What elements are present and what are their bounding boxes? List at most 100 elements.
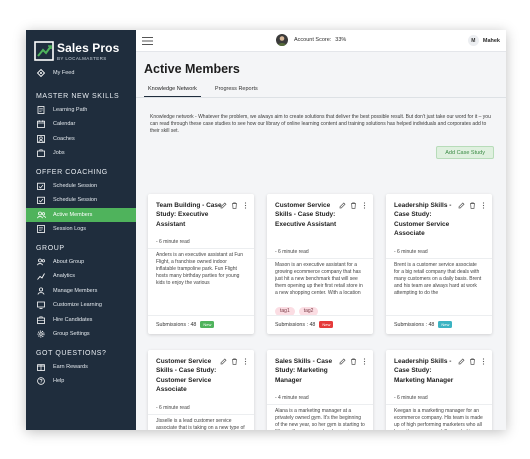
edit-icon[interactable]	[458, 201, 465, 209]
sidebar-item-label: Active Members	[53, 211, 93, 218]
sidebar-item-about-group[interactable]: About Group	[26, 255, 136, 270]
edit-icon[interactable]	[339, 201, 346, 209]
sidebar-item-session-logs[interactable]: Session Logs	[26, 222, 136, 237]
sidebar-item-calendar[interactable]: Calendar	[26, 117, 136, 132]
sidebar-item-coaches[interactable]: Coaches	[26, 132, 136, 147]
more-options-icon[interactable]	[361, 357, 368, 365]
sidebar-item-jobs[interactable]: Jobs	[26, 146, 136, 161]
members-icon	[36, 210, 46, 220]
case-study-card[interactable]: Customer Service Skills - Case Study: Cu…	[148, 350, 254, 430]
brand-subtitle: BY LOCALMASTERS	[57, 56, 107, 61]
path-icon	[36, 105, 46, 115]
case-study-card[interactable]: Sales Skills - Case Study: Marketing Man…	[267, 350, 373, 430]
edit-icon[interactable]	[458, 357, 465, 365]
trash-icon[interactable]	[350, 357, 357, 365]
feed-icon	[36, 68, 46, 78]
sidebar-item-label: Hire Candidates	[53, 316, 93, 323]
brand-name: Sales Pros	[57, 41, 120, 55]
schedule-icon	[36, 181, 46, 191]
more-options-icon[interactable]	[242, 357, 249, 365]
read-time: - 6 minute read	[156, 239, 190, 246]
card-divider	[386, 257, 492, 259]
add-case-study-button[interactable]: Add Case Study	[436, 146, 494, 159]
card-divider	[386, 404, 492, 406]
card-actions	[220, 357, 249, 365]
card-description: Anders is an executive assistant at Fun …	[156, 252, 243, 287]
avatar	[276, 34, 288, 46]
calendar-icon	[36, 119, 46, 129]
menu-icon[interactable]	[142, 37, 153, 45]
sidebar-item-label: Customize Learning	[53, 302, 102, 309]
sidebar-item-label: Schedule Session	[53, 197, 98, 204]
card-title[interactable]: Customer Service Skills - Case Study: Cu…	[156, 357, 224, 394]
brand[interactable]: Sales Pros BY LOCALMASTERS	[26, 30, 136, 64]
sidebar-section-title: GROUP	[36, 244, 65, 252]
card-divider	[267, 315, 373, 316]
more-options-icon[interactable]	[480, 201, 487, 209]
edit-icon[interactable]	[339, 357, 346, 365]
sidebar-item-label: Earn Rewards	[53, 363, 88, 370]
sidebar-item-schedule-session[interactable]: Schedule Session	[26, 179, 136, 194]
sidebar-item-learning-path[interactable]: Learning Path	[26, 103, 136, 118]
card-title[interactable]: Customer Service Skills - Case Study: Ex…	[275, 201, 343, 229]
help-icon	[36, 376, 46, 386]
card-footer: Submissions : 48 New	[156, 321, 215, 328]
rewards-icon	[36, 362, 46, 372]
main-content: Active Members Knowledge Network Progres…	[136, 52, 506, 430]
edit-icon[interactable]	[220, 201, 227, 209]
sidebar-item-schedule-session-2[interactable]: Schedule Session	[26, 193, 136, 208]
trash-icon[interactable]	[469, 201, 476, 209]
card-actions	[458, 201, 487, 209]
edit-icon[interactable]	[220, 357, 227, 365]
sidebar-item-label: Help	[53, 378, 65, 385]
card-actions	[458, 357, 487, 365]
sidebar-item-help[interactable]: Help	[26, 374, 136, 389]
card-title[interactable]: Sales Skills - Case Study: Marketing Man…	[275, 357, 343, 385]
sidebar-item-my-feed[interactable]: My Feed	[26, 66, 136, 81]
customize-icon	[36, 300, 46, 310]
card-title[interactable]: Leadership Skills - Case Study: Customer…	[394, 201, 462, 238]
sidebar-section-title: OFFER COACHING	[36, 168, 108, 176]
card-actions	[339, 357, 368, 365]
sidebar-item-label: Schedule Session	[53, 182, 98, 189]
sidebar-item-customize-learning[interactable]: Customize Learning	[26, 298, 136, 313]
trash-icon[interactable]	[469, 357, 476, 365]
user-menu[interactable]: M Mahek	[467, 35, 500, 46]
card-divider	[148, 248, 254, 250]
trash-icon[interactable]	[231, 201, 238, 209]
trash-icon[interactable]	[231, 357, 238, 365]
sidebar-item-label: Coaches	[53, 135, 75, 142]
submissions-count: Submissions : 48	[156, 321, 197, 328]
card-footer: Submissions : 48 New	[275, 321, 334, 328]
account-score[interactable]: Account Score: 33%	[276, 34, 346, 46]
tabs-divider	[136, 97, 506, 98]
read-time: - 6 minute read	[394, 395, 428, 402]
case-study-card[interactable]: Team Building - Case Study: Executive As…	[148, 194, 254, 334]
card-divider	[267, 257, 373, 259]
more-options-icon[interactable]	[361, 201, 368, 209]
hire-icon	[36, 315, 46, 325]
card-footer: Submissions : 48 New	[394, 321, 453, 328]
gear-icon	[36, 329, 46, 339]
sidebar-item-hire-candidates[interactable]: Hire Candidates	[26, 313, 136, 328]
case-study-card[interactable]: Customer Service Skills - Case Study: Ex…	[267, 194, 373, 334]
sidebar-item-label: Learning Path	[53, 106, 88, 113]
more-options-icon[interactable]	[242, 201, 249, 209]
trash-icon[interactable]	[350, 201, 357, 209]
status-badge: New	[200, 321, 215, 328]
card-title[interactable]: Team Building - Case Study: Executive As…	[156, 201, 224, 229]
sidebar-item-earn-rewards[interactable]: Earn Rewards	[26, 360, 136, 375]
sidebar-item-active-members[interactable]: Active Members	[26, 207, 136, 222]
sidebar-item-label: Analytics	[53, 273, 76, 280]
read-time: - 6 minute read	[394, 248, 428, 255]
sidebar-item-analytics[interactable]: Analytics	[26, 269, 136, 284]
sidebar-item-manage-members[interactable]: Manage Members	[26, 284, 136, 299]
card-title[interactable]: Leadership Skills - Case Study: Marketin…	[394, 357, 462, 385]
more-options-icon[interactable]	[480, 357, 487, 365]
read-time: - 6 minute read	[156, 404, 190, 411]
case-study-card[interactable]: Leadership Skills - Case Study: Customer…	[386, 194, 492, 334]
status-badge: New	[319, 321, 334, 328]
case-study-card[interactable]: Leadership Skills - Case Study: Marketin…	[386, 350, 492, 430]
analytics-icon	[36, 271, 46, 281]
sidebar-item-group-settings[interactable]: Group Settings	[26, 327, 136, 342]
